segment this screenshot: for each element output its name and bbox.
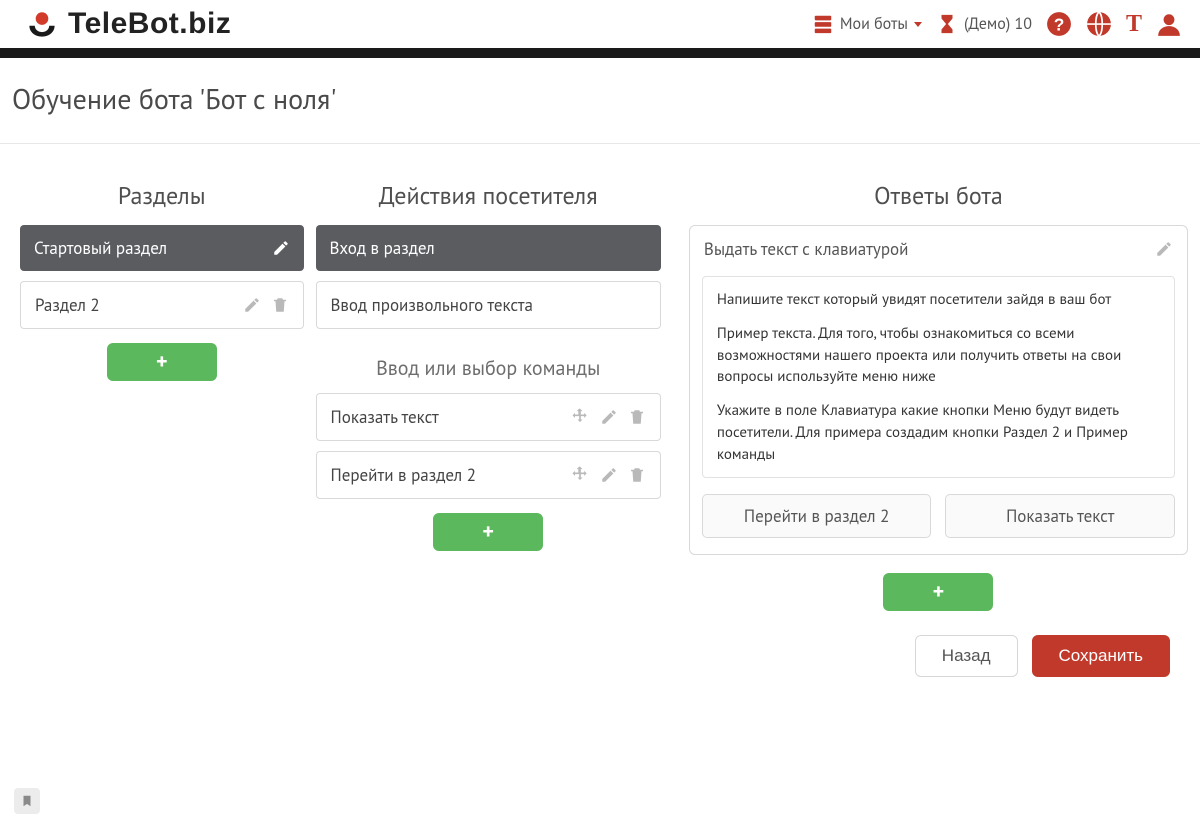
section-label: Стартовый раздел xyxy=(34,237,167,259)
help-button[interactable]: ? xyxy=(1046,11,1072,37)
logo-text: TeleBot.biz xyxy=(68,7,231,41)
sections-column: Разделы Стартовый раздел Раздел 2 + xyxy=(20,180,304,381)
move-icon[interactable] xyxy=(570,407,590,427)
page-title: Обучение бота 'Бот с ноля' xyxy=(0,58,1200,144)
actions-title: Действия посетителя xyxy=(316,180,661,211)
action-enter-row[interactable]: Вход в раздел xyxy=(316,225,661,271)
command-row[interactable]: Показать текст xyxy=(316,393,661,441)
my-bots-dropdown[interactable]: Мои боты xyxy=(812,13,922,35)
sections-title: Разделы xyxy=(20,180,304,211)
footer-buttons: Назад Сохранить xyxy=(689,611,1188,707)
action-freeform-row[interactable]: Ввод произвольного текста xyxy=(316,281,661,329)
demo-label: (Демо) 10 xyxy=(964,14,1032,34)
bookmark-fab[interactable] xyxy=(14,788,40,814)
svg-text:?: ? xyxy=(1054,15,1065,35)
globe-button[interactable] xyxy=(1086,11,1112,37)
command-row[interactable]: Перейти в раздел 2 xyxy=(316,451,661,499)
edit-icon[interactable] xyxy=(272,239,290,257)
edit-icon[interactable] xyxy=(243,296,261,314)
keyboard-button-label: Перейти в раздел 2 xyxy=(744,505,890,527)
actions-commands-subhead: Ввод или выбор команды xyxy=(316,355,661,381)
workspace: Разделы Стартовый раздел Раздел 2 + Дейс… xyxy=(0,144,1200,727)
trash-icon[interactable] xyxy=(271,296,289,314)
demo-counter[interactable]: (Демо) 10 xyxy=(936,13,1032,35)
save-button[interactable]: Сохранить xyxy=(1032,635,1170,677)
add-section-button[interactable]: + xyxy=(107,343,217,381)
add-answer-button[interactable]: + xyxy=(883,573,993,611)
chevron-down-icon xyxy=(914,22,922,27)
server-icon xyxy=(812,13,834,35)
command-label: Показать текст xyxy=(331,406,439,428)
action-freeform-label: Ввод произвольного текста xyxy=(331,294,534,316)
move-icon[interactable] xyxy=(570,465,590,485)
logo[interactable]: TeleBot.biz xyxy=(24,6,231,42)
keyboard-buttons: Перейти в раздел 2 Показать текст xyxy=(690,478,1187,538)
tariff-button[interactable]: T xyxy=(1126,11,1142,38)
section-label: Раздел 2 xyxy=(35,294,100,316)
answer-type-label: Выдать текст с клавиатурой xyxy=(704,238,909,260)
answers-title: Ответы бота xyxy=(689,180,1188,211)
logo-icon xyxy=(24,6,60,42)
edit-icon[interactable] xyxy=(600,466,618,484)
trash-icon[interactable] xyxy=(628,408,646,426)
trash-icon[interactable] xyxy=(628,466,646,484)
back-button[interactable]: Назад xyxy=(915,635,1018,677)
answer-paragraph: Укажите в поле Клавиатура какие кнопки М… xyxy=(717,400,1160,465)
topbar-right: Мои боты (Демо) 10 ? T xyxy=(812,11,1182,38)
topbar: TeleBot.biz Мои боты (Демо) 10 ? T xyxy=(0,0,1200,48)
actions-column: Действия посетителя Вход в раздел Ввод п… xyxy=(316,180,661,551)
my-bots-label: Мои боты xyxy=(840,14,908,34)
answer-paragraph: Напишите текст который увидят посетители… xyxy=(717,289,1160,311)
user-icon xyxy=(1156,11,1182,37)
section-row-active[interactable]: Стартовый раздел xyxy=(20,225,304,271)
answer-paragraph: Пример текста. Для того, чтобы ознакомит… xyxy=(717,323,1160,388)
bookmark-icon xyxy=(20,794,34,808)
section-row[interactable]: Раздел 2 xyxy=(20,281,304,329)
answer-body[interactable]: Напишите текст который увидят посетители… xyxy=(702,276,1175,478)
profile-button[interactable] xyxy=(1156,11,1182,37)
plus-icon: + xyxy=(482,518,494,546)
globe-icon xyxy=(1086,11,1112,37)
help-icon: ? xyxy=(1046,11,1072,37)
answer-card-head: Выдать текст с клавиатурой xyxy=(690,226,1187,270)
answer-card: Выдать текст с клавиатурой Напишите текс… xyxy=(689,225,1188,555)
hourglass-icon xyxy=(936,13,958,35)
plus-icon: + xyxy=(933,578,945,606)
add-command-button[interactable]: + xyxy=(433,513,543,551)
keyboard-button[interactable]: Показать текст xyxy=(945,494,1175,538)
edit-icon[interactable] xyxy=(600,408,618,426)
accent-band xyxy=(0,48,1200,58)
action-enter-label: Вход в раздел xyxy=(330,237,435,259)
keyboard-button[interactable]: Перейти в раздел 2 xyxy=(702,494,932,538)
plus-icon: + xyxy=(156,348,168,376)
edit-icon[interactable] xyxy=(1155,240,1173,258)
answers-column: Ответы бота Выдать текст с клавиатурой Н… xyxy=(689,180,1188,707)
keyboard-button-label: Показать текст xyxy=(1006,505,1114,527)
command-label: Перейти в раздел 2 xyxy=(331,464,477,486)
